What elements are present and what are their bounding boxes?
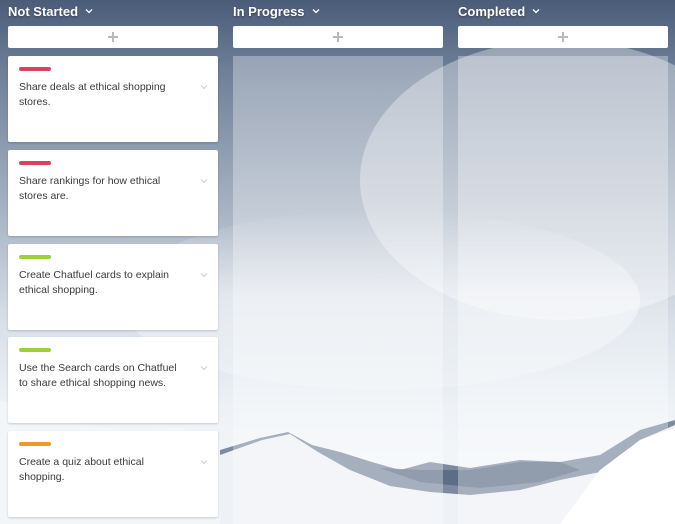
column-title: Completed bbox=[458, 3, 526, 19]
card-text: Share rankings for how ethical stores ar… bbox=[19, 175, 161, 202]
card-label-tag bbox=[19, 348, 51, 352]
card[interactable]: Share rankings for how ethical stores ar… bbox=[8, 150, 218, 236]
card[interactable]: Use the Search cards on Chatfuel to shar… bbox=[8, 337, 218, 423]
card-label-tag bbox=[19, 442, 51, 446]
chevron-down-icon[interactable] bbox=[200, 271, 208, 279]
plus-icon bbox=[333, 32, 343, 42]
card-text: Create a quiz about ethical shopping. bbox=[19, 456, 144, 483]
column-header[interactable]: Completed bbox=[458, 0, 668, 22]
add-card-button[interactable] bbox=[8, 26, 218, 48]
card-label-tag bbox=[19, 161, 51, 165]
card-label-tag bbox=[19, 67, 51, 71]
card-label-tag bbox=[19, 255, 51, 259]
chevron-down-icon[interactable] bbox=[200, 364, 208, 372]
column-header[interactable]: In Progress bbox=[233, 0, 443, 22]
chevron-down-icon[interactable] bbox=[532, 7, 540, 15]
empty-lane bbox=[458, 56, 668, 524]
column-completed: Completed bbox=[458, 0, 668, 524]
chevron-down-icon[interactable] bbox=[85, 7, 93, 15]
card[interactable]: Share deals at ethical shopping stores. bbox=[8, 56, 218, 142]
chevron-down-icon[interactable] bbox=[200, 458, 208, 466]
card[interactable]: Create a quiz about ethical shopping. bbox=[8, 431, 218, 517]
add-card-button[interactable] bbox=[233, 26, 443, 48]
kanban-board: Not Started Share deals at ethical shopp… bbox=[0, 0, 675, 524]
plus-icon bbox=[558, 32, 568, 42]
plus-icon bbox=[108, 32, 118, 42]
column-header[interactable]: Not Started bbox=[8, 0, 218, 22]
chevron-down-icon[interactable] bbox=[200, 177, 208, 185]
card[interactable]: Create Chatfuel cards to explain ethical… bbox=[8, 244, 218, 330]
column-not-started: Not Started Share deals at ethical shopp… bbox=[8, 0, 218, 517]
column-in-progress: In Progress bbox=[233, 0, 443, 524]
card-text: Create Chatfuel cards to explain ethical… bbox=[19, 269, 169, 296]
card-text: Share deals at ethical shopping stores. bbox=[19, 81, 166, 108]
card-text: Use the Search cards on Chatfuel to shar… bbox=[19, 362, 177, 389]
empty-lane bbox=[233, 56, 443, 524]
chevron-down-icon[interactable] bbox=[312, 7, 320, 15]
column-title: Not Started bbox=[8, 3, 79, 19]
add-card-button[interactable] bbox=[458, 26, 668, 48]
column-title: In Progress bbox=[233, 3, 305, 19]
chevron-down-icon[interactable] bbox=[200, 83, 208, 91]
